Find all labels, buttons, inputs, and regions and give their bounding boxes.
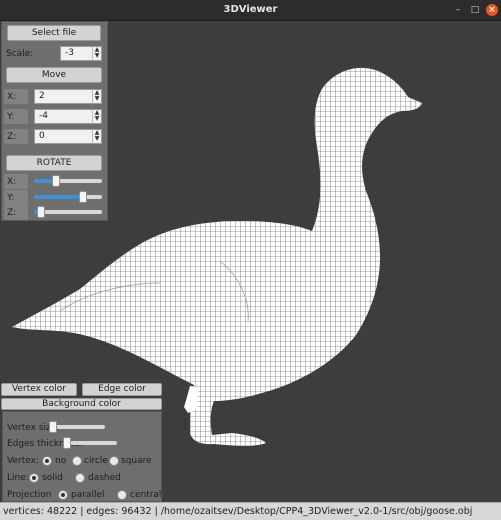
- vertex-none-radio[interactable]: [42, 456, 52, 466]
- slider-handle[interactable]: [49, 421, 57, 433]
- app-window: 3DViewer – □ × Select file Scale: -3 ▲ ▼…: [0, 0, 501, 520]
- rotate-x-label: X:: [7, 177, 17, 187]
- slider-handle[interactable]: [79, 191, 87, 203]
- move-x-input[interactable]: 2 ▲ ▼: [34, 89, 102, 104]
- line-dashed-label: dashed: [88, 473, 121, 483]
- vertex-circle-radio[interactable]: [72, 456, 82, 466]
- slider-handle[interactable]: [52, 175, 60, 187]
- maximize-icon[interactable]: □: [469, 4, 481, 16]
- spin-arrows-icon[interactable]: ▲ ▼: [92, 47, 101, 60]
- select-file-button[interactable]: Select file: [7, 25, 101, 41]
- vertex-size-slider[interactable]: [49, 420, 105, 434]
- projection-label: Projection: [7, 490, 52, 500]
- edge-color-button[interactable]: Edge color: [82, 383, 162, 396]
- rotate-z-slider[interactable]: [34, 205, 102, 219]
- window-title: 3DViewer: [223, 4, 278, 15]
- projection-parallel-label: parallel: [71, 490, 105, 500]
- move-button[interactable]: Move: [6, 67, 102, 83]
- projection-parallel-radio[interactable]: [58, 490, 68, 500]
- line-solid-label: solid: [42, 473, 63, 483]
- projection-central-label: central: [130, 490, 162, 500]
- spin-arrows-icon[interactable]: ▲ ▼: [92, 110, 101, 123]
- close-icon[interactable]: ×: [486, 4, 498, 16]
- vertex-color-button[interactable]: Vertex color: [1, 383, 77, 396]
- vertex-square-radio[interactable]: [109, 456, 119, 466]
- move-z-label: Z:: [7, 132, 17, 142]
- title-bar[interactable]: 3DViewer – □ ×: [0, 0, 501, 21]
- vertex-type-label: Vertex:: [7, 456, 39, 466]
- move-y-value: -4: [39, 111, 48, 121]
- background-color-button[interactable]: Background color: [1, 398, 162, 410]
- rotate-y-label: Y:: [7, 193, 15, 203]
- line-dashed-radio[interactable]: [75, 473, 85, 483]
- rotate-button[interactable]: ROTATE: [6, 155, 102, 171]
- spin-arrows-icon[interactable]: ▲ ▼: [92, 130, 101, 143]
- projection-central-radio[interactable]: [117, 490, 127, 500]
- vertex-square-label: square: [121, 456, 152, 466]
- spin-arrows-icon[interactable]: ▲ ▼: [92, 90, 101, 103]
- move-x-value: 2: [39, 91, 45, 101]
- display-settings-panel: Vertex size: Edges thickness: Vertex: no…: [2, 411, 162, 502]
- line-solid-radio[interactable]: [29, 473, 39, 483]
- status-bar: vertices: 48222 | edges: 96432 | /home/o…: [0, 502, 501, 520]
- slider-fill: [34, 195, 83, 199]
- scale-label: Scale:: [6, 49, 34, 59]
- minimize-icon[interactable]: –: [452, 4, 464, 16]
- scale-input[interactable]: -3 ▲ ▼: [60, 46, 102, 61]
- move-y-input[interactable]: -4 ▲ ▼: [34, 109, 102, 124]
- slider-track: [49, 425, 105, 429]
- vertex-circle-label: circle: [84, 456, 108, 466]
- slider-track: [63, 441, 117, 445]
- scale-value: -3: [65, 48, 74, 58]
- line-type-label: Line:: [7, 473, 29, 483]
- move-y-label: Y:: [7, 112, 15, 122]
- vertex-none-label: no: [55, 456, 67, 466]
- move-z-value: 0: [39, 131, 45, 141]
- slider-handle[interactable]: [63, 437, 71, 449]
- transform-panel: Select file Scale: -3 ▲ ▼ Move X: 2 ▲ ▼ Y:…: [1, 21, 108, 221]
- rotate-x-slider[interactable]: [34, 174, 102, 188]
- rotate-z-label: Z:: [7, 208, 17, 218]
- move-z-input[interactable]: 0 ▲ ▼: [34, 129, 102, 144]
- move-x-label: X:: [7, 92, 17, 102]
- edges-thickness-slider[interactable]: [63, 436, 117, 450]
- rotate-y-slider[interactable]: [34, 190, 102, 204]
- slider-handle[interactable]: [37, 206, 45, 218]
